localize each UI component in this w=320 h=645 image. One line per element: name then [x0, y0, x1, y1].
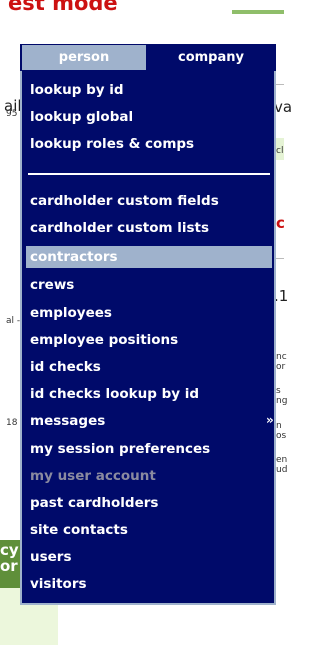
tab-company[interactable]: company	[148, 45, 274, 70]
menu-item-contractors[interactable]: contractors	[26, 246, 272, 268]
submenu-arrow-icon: »	[266, 413, 274, 427]
menu-item-employees[interactable]: employees	[26, 301, 272, 325]
menu-item-employee-positions[interactable]: employee positions	[26, 328, 272, 352]
menu-item-my-user-account: my user account	[30, 468, 156, 484]
menu-separator	[28, 173, 270, 175]
menu-item-lookup-by-id[interactable]: lookup by id	[26, 78, 272, 102]
bg-divider	[276, 258, 284, 259]
bg-fragment-right: c	[276, 214, 285, 232]
menu-item-messages[interactable]: messages	[26, 409, 272, 433]
bg-fragment-right: va	[274, 98, 293, 116]
nav-tab-bar: person company	[20, 44, 276, 71]
menu-item-cardholder-custom-lists[interactable]: cardholder custom lists	[26, 216, 272, 240]
menu-item-cardholder-custom-fields[interactable]: cardholder custom fields	[26, 189, 272, 213]
menu-item-site-contacts[interactable]: site contacts	[26, 518, 272, 542]
bg-fragment-left: 95	[6, 109, 18, 119]
menu-item-users[interactable]: users	[26, 545, 272, 569]
menu-item-lookup-roles-comps[interactable]: lookup roles & comps	[26, 132, 272, 156]
bg-fragment-right: n	[276, 421, 282, 431]
bg-fragment-right: os	[276, 431, 287, 441]
menu-item-visitors[interactable]: visitors	[26, 572, 272, 596]
bg-divider	[276, 84, 284, 85]
bg-fragment-right: cl	[276, 146, 284, 156]
menu-item-my-session-preferences[interactable]: my session preferences	[26, 437, 272, 461]
bg-fragment-right: en	[276, 455, 288, 465]
menu-item-id-checks[interactable]: id checks	[26, 355, 272, 379]
bg-fragment-right: ud	[276, 465, 288, 475]
person-dropdown-menu: lookup by id lookup global lookup roles …	[20, 71, 276, 605]
bg-fragment-right: nc	[276, 352, 287, 362]
bg-fragment-right: ng	[276, 396, 288, 406]
bg-fragment-right: .1	[274, 287, 289, 305]
bg-fragment-right: or	[276, 362, 286, 372]
menu-item-past-cardholders[interactable]: past cardholders	[26, 491, 272, 515]
header-rule	[232, 10, 284, 14]
menu-item-crews[interactable]: crews	[26, 273, 272, 297]
menu-item-lookup-global[interactable]: lookup global	[26, 105, 272, 129]
tab-person[interactable]: person	[22, 45, 146, 70]
menu-item-id-checks-lookup-by-id[interactable]: id checks lookup by id	[26, 382, 272, 406]
bg-fragment-right: s	[276, 386, 281, 396]
page-title: est mode	[8, 0, 118, 15]
bg-fragment-left: al -	[6, 316, 21, 326]
bg-fragment-left: 18	[6, 418, 18, 428]
